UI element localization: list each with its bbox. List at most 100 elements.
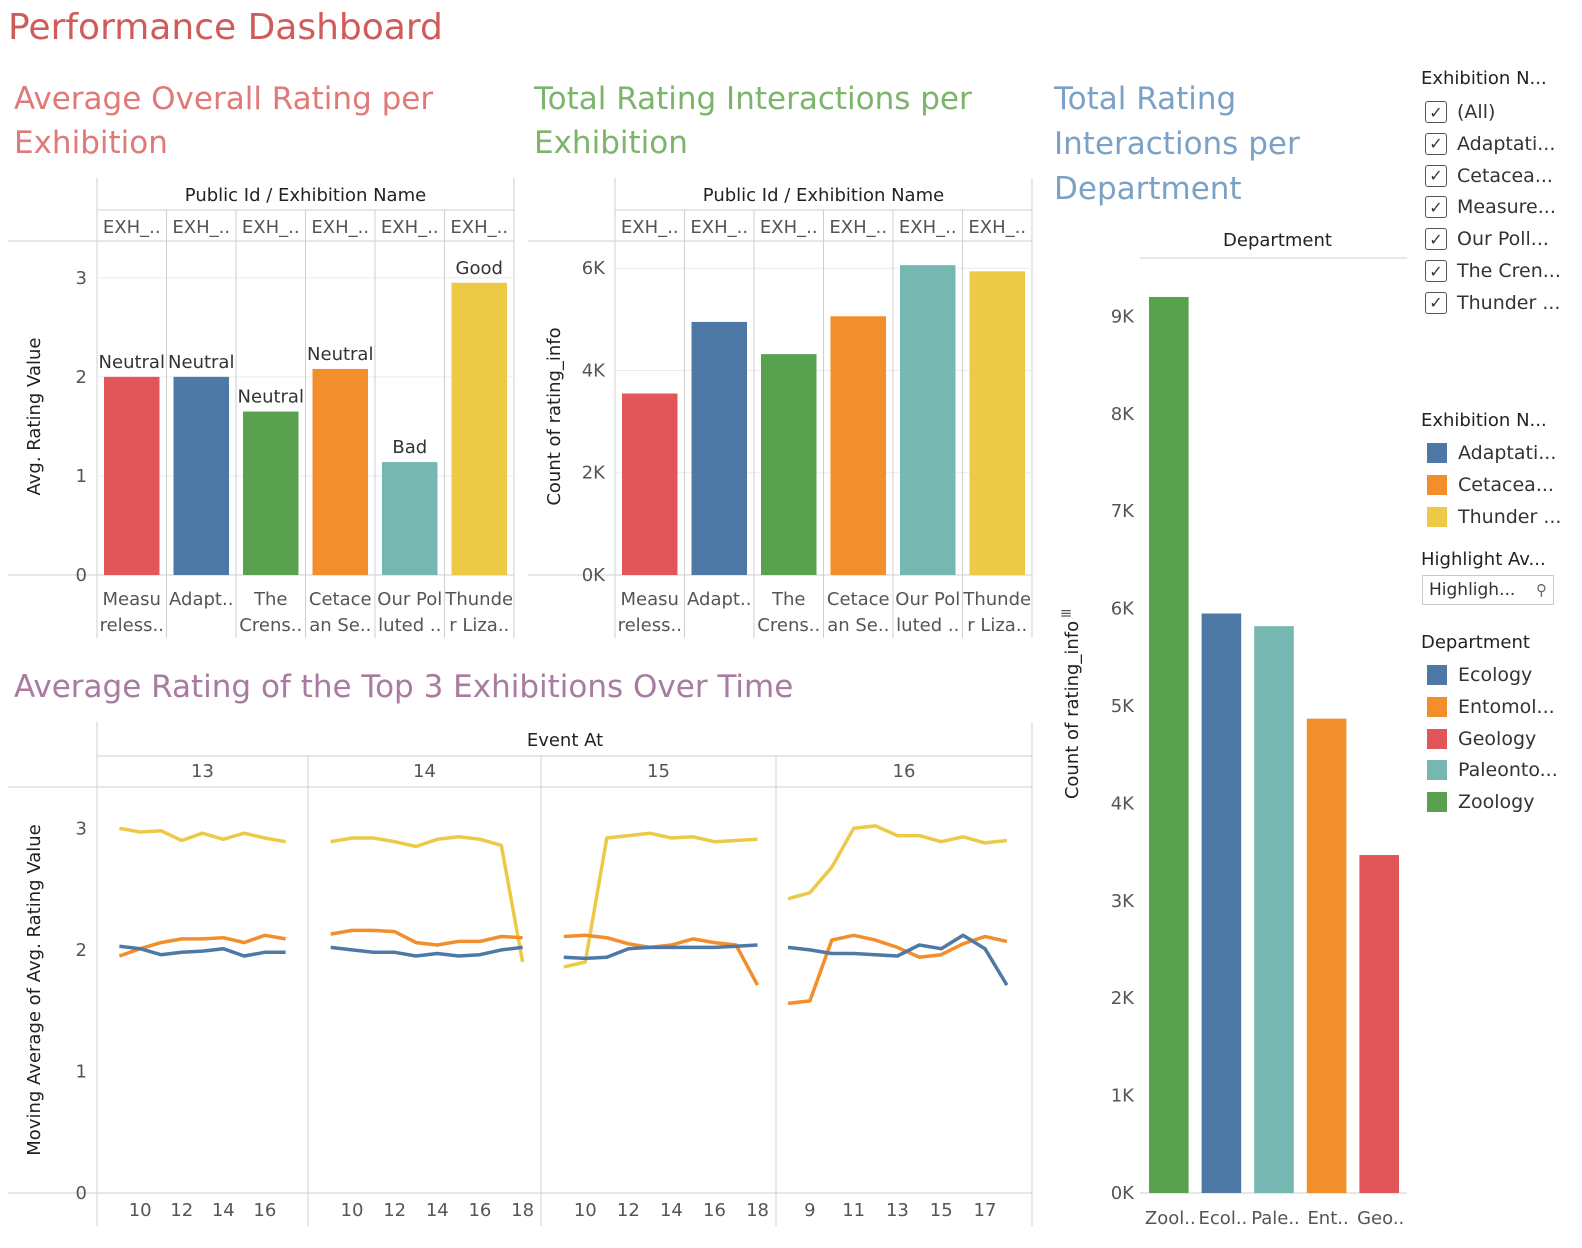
department-legend-item[interactable]: Ecology	[1425, 661, 1532, 689]
x-category-label: Cetace	[827, 589, 890, 610]
bar	[622, 393, 678, 575]
legend-swatch	[1427, 696, 1447, 717]
x-tick-label: 12	[617, 1200, 640, 1221]
x-tick-label: 16	[703, 1200, 726, 1221]
series-line	[787, 933, 1008, 1006]
y-axis-title: Avg. Rating Value	[24, 338, 45, 496]
x-category-label: The	[771, 589, 805, 610]
x-category-label: Geo..	[1357, 1208, 1404, 1229]
legend-item-label: Geology	[1458, 727, 1537, 750]
department-legend-item[interactable]: Geology	[1425, 725, 1536, 753]
bar-data-label: Neutral	[99, 352, 165, 373]
x-category-label: Pale..	[1251, 1208, 1300, 1229]
legend-item-label: Zoology	[1458, 791, 1535, 814]
legend-swatch	[1427, 792, 1447, 813]
x-category-label: Zool..	[1145, 1208, 1196, 1229]
x-tick-label: 13	[886, 1200, 909, 1221]
x-tick-label: 10	[574, 1200, 597, 1221]
exhibition-legend-item[interactable]: Thunder ...	[1425, 503, 1561, 531]
checkbox-checked-icon[interactable]: ✓	[1425, 228, 1447, 251]
x-category-label: Our Pol	[895, 589, 960, 610]
series-line	[787, 933, 1009, 987]
bar-data-label: Bad	[392, 437, 427, 458]
bar	[830, 316, 886, 575]
y-tick-label: 2	[76, 940, 87, 961]
y-axis-title: Moving Average of Avg. Rating Value	[24, 824, 45, 1155]
y-tick-label: 4K	[582, 360, 606, 381]
filter-checkbox-item[interactable]: ✓ Measure...	[1425, 193, 1556, 221]
filter-item-label: Measure...	[1457, 196, 1556, 219]
column-id-label: EXH_..	[381, 217, 439, 238]
x-category-label: an Se..	[827, 615, 889, 636]
y-tick-label: 3	[76, 818, 87, 839]
x-category-label: Adapt..	[687, 589, 751, 610]
filter-checkbox-item[interactable]: ✓ (All)	[1425, 98, 1495, 126]
highlight-title: Highlight Av...	[1421, 549, 1546, 570]
bar	[691, 321, 747, 575]
legend-swatch	[1427, 443, 1447, 463]
bar	[1149, 296, 1189, 1193]
checkbox-checked-icon[interactable]: ✓	[1425, 164, 1447, 187]
legend-swatch	[1427, 728, 1447, 749]
bar	[382, 462, 438, 575]
legend-item-label: Paleonto...	[1458, 759, 1558, 782]
checkbox-checked-icon[interactable]: ✓	[1425, 291, 1447, 314]
legend-swatch	[1427, 665, 1447, 685]
x-tick-label: 12	[170, 1200, 193, 1221]
exhibition-legend-item[interactable]: Cetacea...	[1425, 471, 1554, 499]
series-line	[563, 943, 758, 961]
filter-checkbox-item[interactable]: ✓ Our Poll...	[1425, 225, 1549, 253]
department-legend-item[interactable]: Entomol...	[1425, 693, 1555, 721]
y-tick-label: 3K	[1111, 891, 1135, 912]
checkbox-checked-icon[interactable]: ✓	[1425, 132, 1447, 155]
y-tick-label: 2K	[1111, 988, 1135, 1009]
x-category-label: luted ..	[896, 615, 959, 636]
x-category-label: Crens..	[757, 615, 820, 636]
filter-checkbox-item[interactable]: ✓ Thunder ...	[1425, 289, 1560, 317]
x-tick-label: 14	[660, 1200, 683, 1221]
x-category-label: Adapt..	[169, 589, 233, 610]
filter-item-label: The Cren...	[1457, 260, 1561, 282]
bar-data-label: Neutral	[307, 344, 373, 365]
filter-checkbox-item[interactable]: ✓ The Cren...	[1425, 257, 1561, 285]
y-tick-label: 6K	[1111, 599, 1135, 620]
x-tick-label: 15	[930, 1200, 953, 1221]
search-icon: ⚲	[1536, 581, 1547, 599]
series-line	[119, 826, 286, 844]
y-tick-label: 2	[76, 367, 87, 388]
checkbox-checked-icon[interactable]: ✓	[1425, 196, 1447, 219]
series-line	[330, 928, 523, 947]
legend-swatch	[1427, 474, 1447, 495]
x-tick-label: 16	[468, 1200, 491, 1221]
filter-checkbox-item[interactable]: ✓ Cetacea...	[1425, 162, 1553, 190]
department-legend-item[interactable]: Zoology	[1425, 788, 1534, 816]
y-tick-label: 6K	[582, 258, 606, 279]
legend-item-label: Entomol...	[1458, 695, 1555, 718]
department-legend-item[interactable]: Paleonto...	[1425, 756, 1558, 784]
checkbox-checked-icon[interactable]: ✓	[1425, 101, 1447, 123]
x-category-label: r Liza..	[967, 615, 1027, 636]
panel-header-label: 16	[893, 761, 916, 782]
x-tick-label: 11	[842, 1200, 865, 1221]
x-tick-label: 16	[253, 1200, 276, 1221]
checkbox-checked-icon[interactable]: ✓	[1425, 260, 1447, 282]
bar-data-label: Neutral	[238, 387, 304, 408]
column-id-label: EXH_..	[690, 217, 748, 238]
x-category-label: Cetace	[309, 589, 372, 610]
x-tick-label: 9	[804, 1200, 815, 1221]
x-category-label: Ecol..	[1199, 1208, 1248, 1229]
highlight-search-input[interactable]: Highligh... ⚲	[1422, 575, 1554, 605]
bar	[243, 411, 299, 575]
filter-item-label: (All)	[1457, 101, 1496, 123]
column-header-label: Department	[1223, 230, 1332, 251]
y-tick-label: 0	[76, 565, 87, 586]
x-tick-label: 12	[383, 1200, 406, 1221]
sort-icon: ≡	[1060, 604, 1073, 622]
column-id-label: EXH_..	[311, 217, 369, 238]
bar	[1306, 718, 1347, 1193]
bar	[451, 282, 507, 575]
exhibition-legend-item[interactable]: Adaptati...	[1425, 439, 1556, 467]
bar	[1201, 613, 1242, 1193]
panel-header-label: 13	[191, 761, 214, 782]
filter-checkbox-item[interactable]: ✓ Adaptati...	[1425, 130, 1555, 158]
